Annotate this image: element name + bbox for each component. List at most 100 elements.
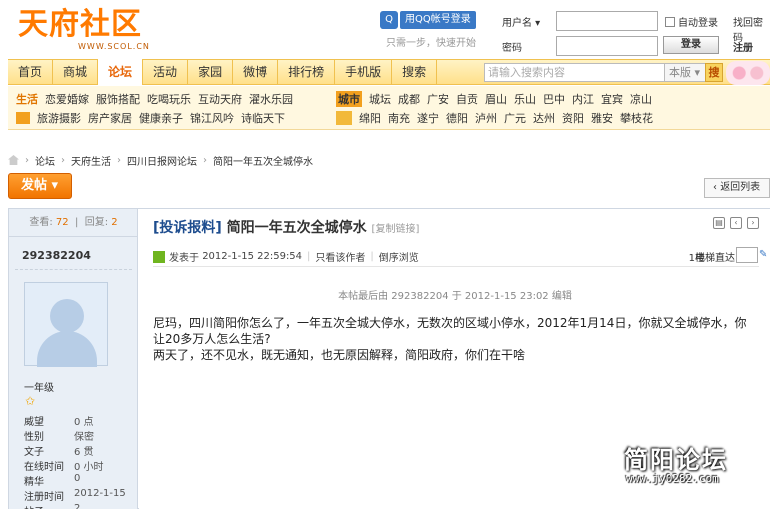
- breadcrumb-separator: ›: [203, 154, 207, 166]
- city-link[interactable]: 南充: [388, 110, 410, 126]
- city-link[interactable]: 广元: [504, 110, 526, 126]
- main-nav: 首页 商城 论坛 活动 家园 微博 排行榜 手机版 搜索 请输入搜索内容 本版 …: [8, 59, 770, 85]
- subnav-link[interactable]: 吃喝玩乐: [147, 91, 191, 107]
- profile-row: 在线时间 0 小时: [24, 462, 104, 473]
- star-icon: ✩: [25, 394, 36, 408]
- city-link[interactable]: 泸州: [475, 110, 497, 126]
- print-icon[interactable]: ▤: [713, 217, 725, 229]
- post-category-tag[interactable]: [投诉报料]: [153, 220, 222, 236]
- site-logo[interactable]: 天府社区 WWW.SCOL.CN: [18, 8, 178, 52]
- goto-floor-input[interactable]: [736, 247, 758, 263]
- city-link[interactable]: 资阳: [562, 110, 584, 126]
- home-icon[interactable]: [8, 155, 19, 165]
- auto-login-checkbox[interactable]: 自动登录: [665, 14, 718, 29]
- breadcrumb-separator: ›: [25, 154, 29, 166]
- register-link[interactable]: 注册: [733, 39, 753, 54]
- breadcrumb-item[interactable]: 天府生活: [71, 153, 111, 168]
- profile-row: 精华 0: [24, 473, 81, 488]
- city-link[interactable]: 德阳: [446, 110, 468, 126]
- nav-home[interactable]: 首页: [8, 59, 54, 85]
- meta-separator: |: [307, 251, 311, 262]
- building-icon: [336, 111, 352, 125]
- search-input[interactable]: 请输入搜索内容: [484, 63, 666, 82]
- subnav-link[interactable]: 旅游摄影: [37, 110, 81, 126]
- copy-link[interactable]: [复制链接]: [372, 224, 420, 235]
- subnav-link[interactable]: 互动天府: [198, 91, 242, 107]
- nav-weibo[interactable]: 微博: [233, 59, 279, 85]
- only-author-link[interactable]: 只看该作者: [315, 249, 365, 264]
- nav-search[interactable]: 搜索: [392, 59, 438, 85]
- search-scope-select[interactable]: 本版 ▾: [664, 63, 706, 82]
- nav-ranking[interactable]: 排行榜: [278, 59, 336, 85]
- author-sidebar: 查看: 72 | 回复: 2 292382204 一年级 ✩ 威望 0 点 性别保…: [9, 209, 138, 509]
- breadcrumb-item[interactable]: 论坛: [35, 153, 55, 168]
- user-rank[interactable]: 一年级: [24, 379, 54, 394]
- post-body-line: 两天了，还不见水，既无通知，也无原因解释，简阳政府，你们在干啥: [153, 348, 526, 362]
- city-link[interactable]: 城坛: [369, 91, 391, 107]
- user-profile: 威望 0 点 性别 保密 文子 6 贯 在线时间 0 小时 精华 0 注册时间 2012-1…: [24, 413, 126, 509]
- breadcrumb: › 论坛 › 天府生活 › 四川日报网论坛 › 简阳一年五次全城停水: [8, 152, 313, 168]
- prev-thread-icon[interactable]: ‹: [730, 217, 742, 229]
- city-link[interactable]: 达州: [533, 110, 555, 126]
- subnav-link[interactable]: 健康亲子: [139, 110, 183, 126]
- username-input[interactable]: [556, 11, 658, 31]
- login-button[interactable]: 登录: [663, 36, 719, 54]
- subnav-row-2: 旅游摄影 房产家居 健康亲子 锦江风吟 诗临天下: [16, 108, 292, 128]
- avatar[interactable]: [24, 282, 108, 367]
- nav-mall[interactable]: 商城: [53, 59, 99, 85]
- profile-row: 文子 6 贯: [24, 447, 94, 458]
- next-thread-icon[interactable]: ›: [747, 217, 759, 229]
- qq-login-button[interactable]: Q 用QQ帐号登录: [380, 10, 480, 30]
- post-body: 尼玛，四川简阳你怎么了，一年五次全城大停水，无数次的区域小停水，2012年1月1…: [153, 315, 757, 363]
- city-link[interactable]: 凉山: [630, 91, 652, 107]
- meta-separator: |: [370, 251, 374, 262]
- city-link[interactable]: 广安: [427, 91, 449, 107]
- online-status-icon: [153, 250, 165, 263]
- pen-icon[interactable]: ✎: [759, 249, 769, 260]
- city-link[interactable]: 遂宁: [417, 110, 439, 126]
- breadcrumb-current[interactable]: 简阳一年五次全城停水: [213, 153, 313, 168]
- subnav-link[interactable]: 恋爱婚嫁: [45, 91, 89, 107]
- breadcrumb-item[interactable]: 四川日报网论坛: [127, 153, 197, 168]
- city-link[interactable]: 雅安: [591, 110, 613, 126]
- life-tag: 生活: [16, 93, 38, 106]
- new-post-label: 发帖: [21, 178, 48, 193]
- subnav-link[interactable]: 锦江风吟: [190, 110, 234, 126]
- subnav-link[interactable]: 诗临天下: [241, 110, 285, 126]
- post-tools: ▤ ‹ ›: [713, 217, 759, 229]
- subnav-link[interactable]: 服饰搭配: [96, 91, 140, 107]
- subnav-row-1: 生活 恋爱婚嫁 服饰搭配 吃喝玩乐 互动天府 濯水乐园: [16, 89, 300, 109]
- new-post-button[interactable]: 发帖 ▾: [8, 173, 72, 199]
- subnav-link[interactable]: 濯水乐园: [249, 91, 293, 107]
- search-button[interactable]: 搜: [705, 63, 723, 82]
- views-count: 72: [55, 217, 69, 228]
- city-link[interactable]: 内江: [572, 91, 594, 107]
- back-to-list-button[interactable]: ‹ 返回列表: [704, 178, 770, 198]
- reverse-order-link[interactable]: 倒序浏览: [379, 249, 419, 264]
- nav-home-space[interactable]: 家园: [188, 59, 234, 85]
- city-link[interactable]: 巴中: [543, 91, 565, 107]
- breadcrumb-separator: ›: [117, 154, 121, 166]
- city-link[interactable]: 眉山: [485, 91, 507, 107]
- password-input[interactable]: [556, 36, 658, 56]
- author-name[interactable]: 292382204: [22, 249, 91, 262]
- city-link[interactable]: 自贡: [456, 91, 478, 107]
- sub-nav: 生活 恋爱婚嫁 服饰搭配 吃喝玩乐 互动天府 濯水乐园 旅游摄影 房产家居 健康…: [8, 86, 770, 130]
- nav-forum[interactable]: 论坛: [98, 59, 144, 85]
- subnav-link[interactable]: 房产家居: [88, 110, 132, 126]
- city-link[interactable]: 乐山: [514, 91, 536, 107]
- checkbox-icon[interactable]: [665, 16, 675, 27]
- avatar-body-shape: [37, 331, 97, 367]
- post-body-line: 尼玛，四川简阳你怎么了，一年五次全城大停水，无数次的区域小停水，2012年1月1…: [153, 316, 747, 346]
- city-link[interactable]: 绵阳: [359, 110, 381, 126]
- avatar-head-shape: [50, 299, 84, 333]
- nav-activity[interactable]: 活动: [143, 59, 189, 85]
- watermark-url: www.jy0282.com: [626, 472, 719, 485]
- profile-row: 威望 0 点: [24, 417, 94, 428]
- post-title-text: 简阳一年五次全城停水: [226, 220, 367, 236]
- post-title: [投诉报料] 简阳一年五次全城停水 [复制链接]: [153, 217, 419, 237]
- city-link[interactable]: 攀枝花: [620, 110, 653, 126]
- nav-mobile[interactable]: 手机版: [335, 59, 393, 85]
- city-link[interactable]: 成都: [398, 91, 420, 107]
- city-link[interactable]: 宜宾: [601, 91, 623, 107]
